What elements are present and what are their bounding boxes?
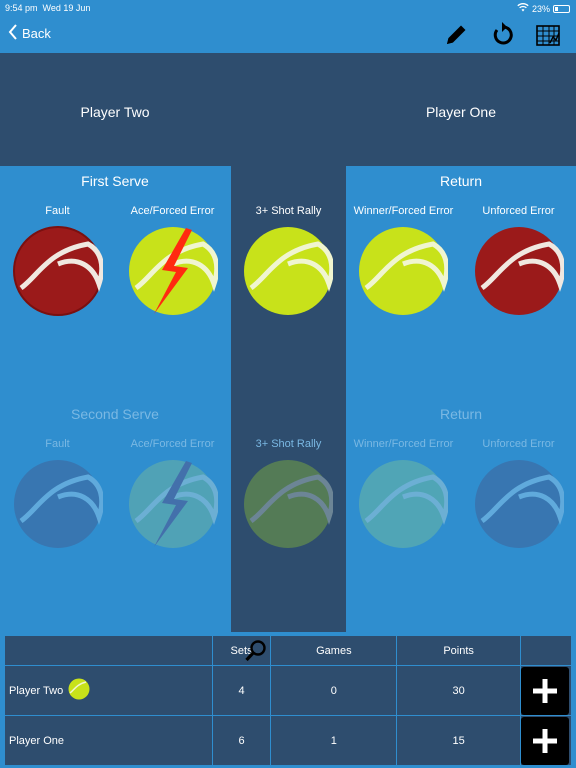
games-header: Games bbox=[270, 635, 398, 666]
pencil-icon[interactable] bbox=[442, 21, 470, 49]
header-right-player: Player One bbox=[425, 104, 497, 120]
first-unforced-ball[interactable] bbox=[474, 226, 564, 316]
status-bar: 9:54 pm Wed 19 Jun 23% bbox=[0, 0, 576, 16]
second-ace-ball[interactable] bbox=[128, 459, 218, 549]
serving-ball-icon bbox=[68, 678, 90, 703]
scoreboard-row-player-one: Player One 6 1 15 bbox=[4, 715, 573, 766]
header-left-player: Player Two bbox=[80, 104, 150, 120]
scoreboard-table: Sets Games Points Player Two 4 0 30 Play… bbox=[4, 635, 573, 766]
second-unforced-ball[interactable] bbox=[474, 459, 564, 549]
magnifier-icon[interactable] bbox=[244, 639, 268, 666]
player-header: Player Two Player One bbox=[0, 53, 576, 166]
scoreboard-row-player-two: Player Two 4 0 30 bbox=[4, 665, 573, 716]
sets-header: Sets bbox=[211, 635, 272, 666]
player-two-sets: 4 bbox=[211, 665, 272, 716]
first-fault-label: Fault bbox=[45, 205, 70, 217]
second-serve-title: Second Serve bbox=[71, 406, 159, 422]
first-winner-ball[interactable] bbox=[358, 226, 448, 316]
second-rally-label: 3+ Shot Rally bbox=[255, 438, 322, 450]
player-one-games: 1 bbox=[270, 715, 398, 766]
second-ace-label: Ace/Forced Error bbox=[130, 438, 215, 450]
player-one-sets: 6 bbox=[211, 715, 272, 766]
player-two-name: Player Two bbox=[9, 684, 64, 697]
plus-icon bbox=[532, 678, 557, 703]
spreadsheet-icon[interactable] bbox=[534, 21, 562, 49]
first-winner-label: Winner/Forced Error bbox=[353, 205, 454, 217]
second-fault-ball[interactable] bbox=[13, 459, 103, 549]
player-two-games: 0 bbox=[270, 665, 398, 716]
first-unforced-label: Unforced Error bbox=[482, 205, 555, 217]
first-rally-label: 3+ Shot Rally bbox=[255, 205, 322, 217]
scoreboard: Sets Games Points Player Two 4 0 30 Play… bbox=[4, 635, 573, 766]
second-winner-label: Winner/Forced Error bbox=[353, 438, 454, 450]
second-fault-label: Fault bbox=[45, 438, 70, 450]
wifi-icon bbox=[517, 3, 529, 14]
undo-icon[interactable] bbox=[488, 21, 516, 49]
player-one-points: 15 bbox=[396, 715, 521, 766]
plus-icon bbox=[532, 728, 557, 753]
first-ace-label: Ace/Forced Error bbox=[130, 205, 215, 217]
second-rally-ball[interactable] bbox=[243, 459, 333, 549]
second-return-title: Return bbox=[439, 406, 483, 422]
back-label: Back bbox=[22, 26, 51, 41]
first-ace-ball[interactable] bbox=[128, 226, 218, 316]
second-unforced-label: Unforced Error bbox=[482, 438, 555, 450]
first-fault-ball[interactable] bbox=[13, 226, 103, 316]
add-point-player-one-button[interactable] bbox=[520, 716, 569, 765]
battery-icon bbox=[553, 4, 570, 13]
battery-percent: 23% bbox=[531, 3, 550, 14]
first-return-title: Return bbox=[439, 173, 483, 189]
nav-bar: Back bbox=[0, 16, 576, 53]
chevron-left-icon bbox=[8, 24, 18, 43]
status-time: 9:54 pm Wed 19 Jun bbox=[5, 3, 91, 13]
player-two-points: 30 bbox=[396, 665, 521, 716]
add-point-player-two-button[interactable] bbox=[520, 666, 569, 715]
player-one-name: Player One bbox=[4, 715, 213, 766]
second-winner-ball[interactable] bbox=[358, 459, 448, 549]
back-button[interactable]: Back bbox=[8, 24, 51, 43]
first-rally-ball[interactable] bbox=[243, 226, 333, 316]
points-header: Points bbox=[396, 635, 521, 666]
first-serve-title: First Serve bbox=[81, 173, 149, 189]
scoreboard-header-row: Sets Games Points bbox=[4, 635, 573, 666]
